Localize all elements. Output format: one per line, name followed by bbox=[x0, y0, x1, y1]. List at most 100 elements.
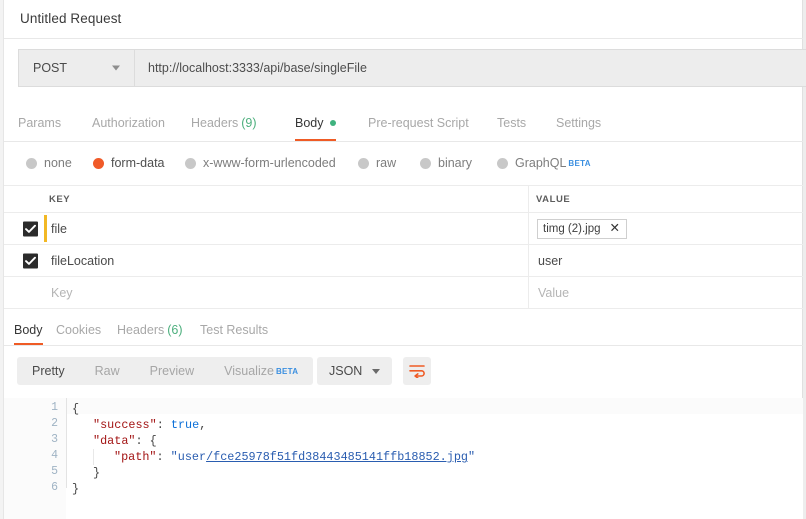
code-line: } bbox=[72, 481, 79, 497]
radio-icon bbox=[185, 157, 196, 169]
body-type-label: GraphQL bbox=[515, 156, 567, 170]
response-tab-label: Test Results bbox=[200, 322, 269, 337]
chevron-down-icon bbox=[112, 65, 120, 71]
radio-icon bbox=[93, 157, 104, 169]
body-type-radio-group: none form-data x-www-form-urlencoded raw bin… bbox=[4, 141, 803, 186]
format-select[interactable]: JSON bbox=[317, 357, 392, 385]
view-mode-label: Pretty bbox=[32, 364, 65, 378]
table-row: file timg (2).jpg ✕ bbox=[4, 213, 803, 245]
column-divider bbox=[528, 213, 529, 244]
text-wrap-icon bbox=[409, 365, 425, 378]
body-type-graphql[interactable]: GraphQL BETA bbox=[497, 154, 591, 172]
response-tab-label: Body bbox=[14, 322, 43, 337]
response-tab-label: Headers bbox=[117, 322, 165, 337]
tab-label: Body bbox=[295, 115, 324, 130]
tab-label: Headers bbox=[191, 115, 239, 130]
view-mode-segment-group: Pretty Raw Preview Visualize BETA bbox=[17, 357, 314, 385]
line-number: 1 bbox=[51, 401, 58, 414]
line-number-gutter: 1 2 3 4 5 6 bbox=[4, 398, 66, 519]
line-number: 4 bbox=[51, 449, 58, 462]
response-tab-headers[interactable]: Headers (6) bbox=[117, 314, 183, 345]
table-header-row: KEY VALUE bbox=[4, 185, 803, 213]
tab-label: Params bbox=[18, 115, 62, 130]
column-header-key: KEY bbox=[49, 194, 71, 205]
code-token: : { bbox=[135, 434, 157, 448]
value-input[interactable]: user bbox=[538, 254, 562, 268]
code-token: "user bbox=[170, 450, 207, 464]
radio-icon bbox=[358, 157, 369, 169]
wrap-text-button[interactable] bbox=[403, 357, 431, 385]
format-select-value: JSON bbox=[329, 364, 363, 378]
method-dropdown[interactable]: POST bbox=[19, 50, 135, 86]
table-row: Key Value bbox=[4, 277, 803, 309]
body-type-label: raw bbox=[376, 156, 397, 170]
view-mode-preview[interactable]: Preview bbox=[135, 357, 209, 385]
body-type-form-data[interactable]: form-data bbox=[93, 154, 165, 172]
beta-badge: BETA bbox=[275, 366, 299, 376]
response-tab-test-results[interactable]: Test Results bbox=[200, 314, 268, 345]
radio-icon bbox=[26, 157, 37, 169]
body-type-label: none bbox=[44, 156, 72, 170]
view-mode-pretty[interactable]: Pretty bbox=[17, 357, 80, 385]
radio-icon bbox=[497, 157, 508, 169]
code-token: : bbox=[156, 418, 171, 432]
postman-request-pane: Untitled Request POST http://localhost:3… bbox=[0, 0, 806, 519]
file-chip[interactable]: timg (2).jpg ✕ bbox=[537, 218, 628, 239]
row-enabled-checkbox[interactable] bbox=[23, 253, 38, 268]
tab-tests[interactable]: Tests bbox=[497, 104, 526, 141]
code-token: , bbox=[199, 418, 207, 432]
response-tab-body[interactable]: Body bbox=[14, 314, 43, 345]
request-title-bar: Untitled Request bbox=[4, 0, 803, 39]
code-content[interactable]: { "success": true, "data": { "path": "user/… bbox=[66, 398, 803, 519]
response-view-toolbar: Pretty Raw Preview Visualize BETA JSON bbox=[4, 345, 803, 398]
request-tabs: Params Authorization Headers (9) Body Pre-re… bbox=[4, 104, 803, 142]
row-drag-handle[interactable] bbox=[44, 215, 47, 242]
method-label: POST bbox=[33, 61, 68, 75]
body-type-label: binary bbox=[438, 156, 473, 170]
key-input[interactable]: file bbox=[51, 222, 67, 236]
tab-settings[interactable]: Settings bbox=[556, 104, 601, 141]
url-input[interactable]: http://localhost:3333/api/base/singleFil… bbox=[135, 50, 806, 86]
tab-label: Authorization bbox=[92, 115, 165, 130]
code-token: "path" bbox=[114, 450, 157, 464]
tab-headers[interactable]: Headers (9) bbox=[191, 104, 257, 141]
tab-authorization[interactable]: Authorization bbox=[92, 104, 165, 141]
tab-label: Tests bbox=[497, 115, 527, 130]
column-header-value: VALUE bbox=[536, 194, 571, 205]
key-input[interactable]: fileLocation bbox=[51, 254, 114, 268]
body-type-raw[interactable]: raw bbox=[358, 154, 396, 172]
request-title: Untitled Request bbox=[20, 11, 122, 26]
value-input[interactable]: Value bbox=[538, 286, 569, 300]
close-icon[interactable]: ✕ bbox=[610, 222, 620, 235]
response-body-viewer[interactable]: 123456 { "success": true, "data": { "path":… bbox=[4, 398, 803, 519]
body-type-x-www-form-urlencoded[interactable]: x-www-form-urlencoded bbox=[185, 154, 336, 172]
view-mode-raw[interactable]: Raw bbox=[80, 357, 135, 385]
view-mode-label: Visualize bbox=[224, 364, 274, 378]
response-tabs: Body Cookies Headers (6) Test Results bbox=[4, 314, 803, 346]
view-mode-visualize[interactable]: Visualize BETA bbox=[209, 357, 313, 385]
code-token[interactable]: /fce25978f51fd38443485141ffb18852.jpg bbox=[206, 450, 468, 464]
tab-params[interactable]: Params bbox=[18, 104, 61, 141]
url-bar: POST http://localhost:3333/api/base/sing… bbox=[18, 49, 806, 87]
response-tab-cookies[interactable]: Cookies bbox=[56, 314, 101, 345]
body-type-binary[interactable]: binary bbox=[420, 154, 472, 172]
beta-badge: BETA bbox=[568, 158, 591, 168]
code-token: : bbox=[156, 450, 171, 464]
indent-guide bbox=[93, 449, 94, 465]
tab-count: (9) bbox=[241, 115, 257, 130]
code-line: } bbox=[93, 465, 100, 481]
code-token: { bbox=[72, 402, 80, 416]
row-enabled-checkbox[interactable] bbox=[23, 221, 38, 236]
tab-label: Settings bbox=[556, 115, 602, 130]
view-mode-label: Preview bbox=[149, 364, 195, 378]
tab-pre-request-script[interactable]: Pre-request Script bbox=[368, 104, 469, 141]
response-tab-label: Cookies bbox=[56, 322, 102, 337]
key-input[interactable]: Key bbox=[51, 286, 73, 300]
code-token: "data" bbox=[93, 434, 136, 448]
code-token: "success" bbox=[93, 418, 157, 432]
response-tab-count: (6) bbox=[167, 322, 183, 337]
column-divider bbox=[528, 277, 529, 308]
body-type-none[interactable]: none bbox=[26, 154, 72, 172]
tab-body[interactable]: Body bbox=[295, 104, 336, 141]
code-line: "success": true, bbox=[93, 417, 206, 433]
